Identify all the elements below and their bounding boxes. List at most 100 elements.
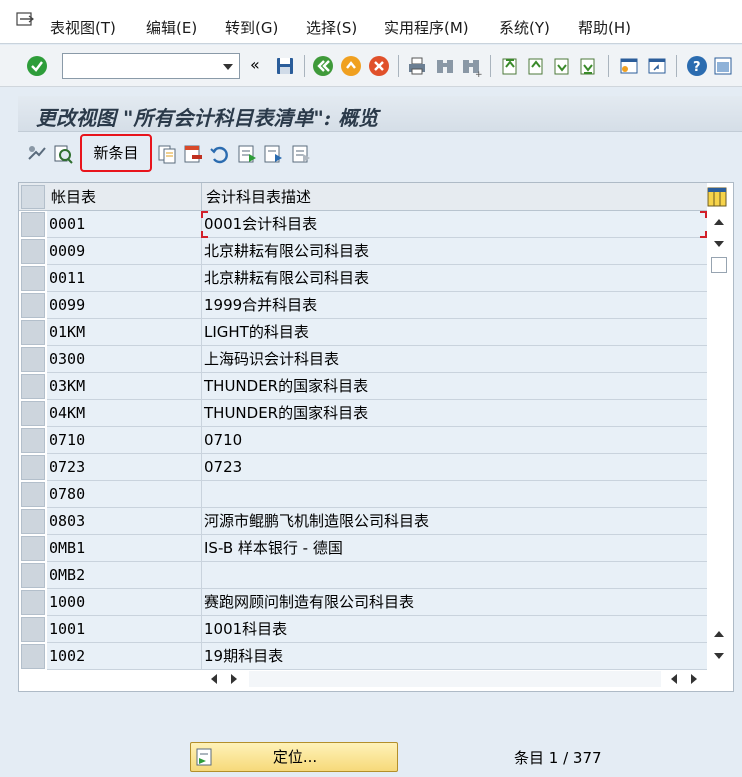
scroll-left-icon[interactable] xyxy=(211,674,217,684)
row-selector-button[interactable] xyxy=(21,347,45,372)
chart-of-accounts-cell[interactable]: 0001 xyxy=(47,211,201,238)
menu-utilities[interactable]: 实用程序(M) xyxy=(384,18,469,38)
menu-exit-icon[interactable] xyxy=(16,12,34,28)
row-selector-button[interactable] xyxy=(21,239,45,264)
page-down-icon[interactable] xyxy=(714,653,724,659)
undo-change-icon[interactable] xyxy=(208,143,230,165)
chart-of-accounts-cell[interactable]: 0011 xyxy=(47,265,201,292)
row-selector-button[interactable] xyxy=(21,266,45,291)
table-row[interactable]: 0300 上海码识会计科目表 xyxy=(19,346,707,373)
table-row[interactable]: 01KM LIGHT的科目表 xyxy=(19,319,707,346)
delete-icon[interactable] xyxy=(182,143,204,165)
other-view-icon[interactable] xyxy=(52,143,74,165)
chart-of-accounts-cell[interactable]: 04KM xyxy=(47,400,201,427)
row-selector-button[interactable] xyxy=(21,455,45,480)
chart-of-accounts-cell[interactable]: 1001 xyxy=(47,616,201,643)
table-row[interactable]: 0099 1999合并科目表 xyxy=(19,292,707,319)
row-selector-button[interactable] xyxy=(21,293,45,318)
chart-of-accounts-cell[interactable]: 0710 xyxy=(47,427,201,454)
description-cell[interactable]: THUNDER的国家科目表 xyxy=(201,373,707,400)
description-cell[interactable]: THUNDER的国家科目表 xyxy=(201,400,707,427)
table-row[interactable]: 0MB2 xyxy=(19,562,707,589)
description-cell[interactable]: 1001科目表 xyxy=(201,616,707,643)
table-row[interactable]: 0710 0710 xyxy=(19,427,707,454)
chart-of-accounts-cell[interactable]: 0099 xyxy=(47,292,201,319)
row-selector-button[interactable] xyxy=(21,590,45,615)
menu-table-view[interactable]: 表视图(T) xyxy=(50,18,116,38)
chart-of-accounts-cell[interactable]: 0780 xyxy=(47,481,201,508)
back-icon[interactable] xyxy=(312,55,334,77)
row-selector-button[interactable] xyxy=(21,644,45,669)
enter-check-icon[interactable] xyxy=(26,55,48,77)
next-page-icon[interactable] xyxy=(550,55,572,77)
chart-of-accounts-cell[interactable]: 0300 xyxy=(47,346,201,373)
scroll-left-icon[interactable] xyxy=(671,674,677,684)
chart-of-accounts-cell[interactable]: 1002 xyxy=(47,643,201,670)
table-row[interactable]: 0803 河源市鲲鹏飞机制造限公司科目表 xyxy=(19,508,707,535)
chevron-down-icon[interactable] xyxy=(223,64,233,70)
select-all-icon[interactable] xyxy=(236,143,258,165)
cancel-icon[interactable] xyxy=(368,55,390,77)
description-cell[interactable] xyxy=(201,562,707,589)
scroll-down-icon[interactable] xyxy=(714,241,724,247)
description-cell[interactable]: IS-B 样本银行 - 德国 xyxy=(201,535,707,562)
chart-of-accounts-cell[interactable]: 0MB2 xyxy=(47,562,201,589)
chart-of-accounts-cell[interactable]: 01KM xyxy=(47,319,201,346)
table-row[interactable]: 0780 xyxy=(19,481,707,508)
horizontal-scroll-track[interactable] xyxy=(249,671,661,687)
copy-as-icon[interactable] xyxy=(156,143,178,165)
row-selector-button[interactable] xyxy=(21,509,45,534)
help-icon[interactable]: ? xyxy=(686,55,708,77)
command-field[interactable] xyxy=(62,53,240,79)
table-row[interactable]: 0009 北京耕耘有限公司科目表 xyxy=(19,238,707,265)
description-cell[interactable]: 0723 xyxy=(201,454,707,481)
table-row[interactable]: 03KM THUNDER的国家科目表 xyxy=(19,373,707,400)
menu-system[interactable]: 系统(Y) xyxy=(499,18,550,38)
scroll-up-icon[interactable] xyxy=(714,219,724,225)
select-block-icon[interactable] xyxy=(262,143,284,165)
select-all-rows-button[interactable] xyxy=(21,185,45,209)
shortcut-icon[interactable] xyxy=(646,55,668,77)
menu-selection[interactable]: 选择(S) xyxy=(306,18,357,38)
vertical-scrollbar[interactable] xyxy=(709,211,729,661)
table-row[interactable]: 0MB1 IS-B 样本银行 - 德国 xyxy=(19,535,707,562)
row-selector-button[interactable] xyxy=(21,536,45,561)
table-row[interactable]: 1001 1001科目表 xyxy=(19,616,707,643)
table-row[interactable]: 1002 19期科目表 xyxy=(19,643,707,670)
menu-goto[interactable]: 转到(G) xyxy=(225,18,278,38)
find-icon[interactable] xyxy=(434,55,456,77)
deselect-all-icon[interactable] xyxy=(290,143,312,165)
description-cell[interactable]: 北京耕耘有限公司科目表 xyxy=(201,238,707,265)
row-selector-button[interactable] xyxy=(21,617,45,642)
description-cell[interactable]: 19期科目表 xyxy=(201,643,707,670)
chart-of-accounts-cell[interactable]: 0723 xyxy=(47,454,201,481)
description-cell[interactable]: 0001会计科目表 xyxy=(201,211,707,238)
find-next-icon[interactable]: + xyxy=(460,55,482,77)
customize-layout-icon[interactable] xyxy=(712,55,734,77)
row-selector-button[interactable] xyxy=(21,428,45,453)
row-selector-button[interactable] xyxy=(21,212,45,237)
print-icon[interactable] xyxy=(406,55,428,77)
row-selector-button[interactable] xyxy=(21,482,45,507)
table-row[interactable]: 04KM THUNDER的国家科目表 xyxy=(19,400,707,427)
menu-edit[interactable]: 编辑(E) xyxy=(146,18,197,38)
table-settings-icon[interactable] xyxy=(707,187,727,207)
description-cell[interactable]: 河源市鲲鹏飞机制造限公司科目表 xyxy=(201,508,707,535)
column-header-description[interactable]: 会计科目表描述 xyxy=(201,183,707,211)
table-row[interactable]: 0001 0001会计科目表 xyxy=(19,211,707,238)
scroll-right-icon[interactable] xyxy=(231,674,237,684)
chart-of-accounts-cell[interactable]: 0009 xyxy=(47,238,201,265)
horizontal-scrollbar-left[interactable] xyxy=(205,671,245,687)
description-cell[interactable]: LIGHT的科目表 xyxy=(201,319,707,346)
description-cell[interactable]: 0710 xyxy=(201,427,707,454)
scroll-right-icon[interactable] xyxy=(691,674,697,684)
row-selector-button[interactable] xyxy=(21,401,45,426)
exit-icon[interactable] xyxy=(340,55,362,77)
description-cell[interactable]: 1999合并科目表 xyxy=(201,292,707,319)
description-cell[interactable]: 北京耕耘有限公司科目表 xyxy=(201,265,707,292)
collapse-toolbar-icon[interactable]: « xyxy=(250,55,260,74)
scroll-thumb[interactable] xyxy=(711,257,727,273)
table-row[interactable]: 1000 赛跑网顾问制造有限公司科目表 xyxy=(19,589,707,616)
row-selector-button[interactable] xyxy=(21,374,45,399)
row-selector-button[interactable] xyxy=(21,563,45,588)
